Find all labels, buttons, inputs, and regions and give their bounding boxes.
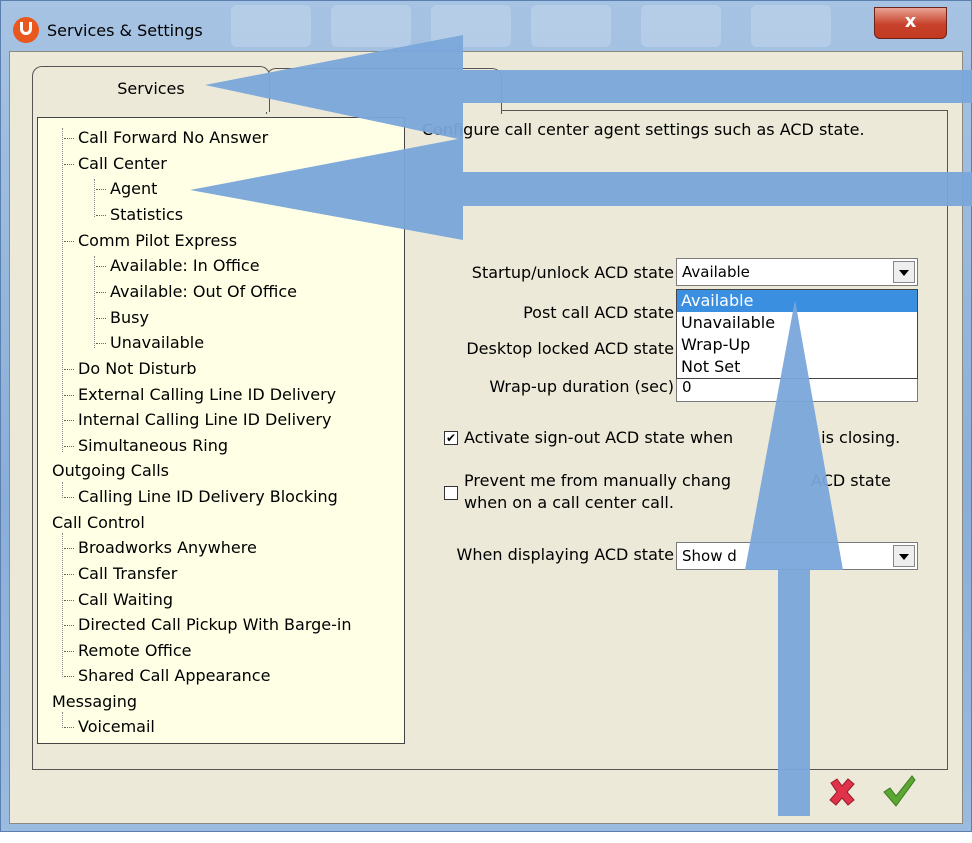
tree-item[interactable]: Call Transfer — [64, 564, 177, 584]
settings-description: Configure call center agent settings suc… — [422, 120, 865, 139]
tree-item[interactable]: Available: Out Of Office — [96, 282, 297, 302]
tab-settings[interactable] — [266, 68, 502, 114]
tree-item[interactable]: External Calling Line ID Delivery — [64, 385, 336, 405]
chevron-down-icon[interactable] — [893, 545, 915, 567]
dropdown-option[interactable]: Wrap-Up — [677, 334, 917, 356]
tree-group[interactable]: Call Control — [52, 513, 145, 533]
tree-item[interactable]: Statistics — [96, 205, 183, 225]
taskbar-thumbnail — [231, 5, 311, 47]
signout-acd-label: Activate sign-out ACD state when is closi… — [464, 428, 901, 447]
tree-line — [62, 712, 63, 728]
tree-group[interactable]: Messaging — [52, 692, 137, 712]
signout-acd-checkbox[interactable]: ✔ — [444, 431, 458, 445]
tree-item[interactable]: Directed Call Pickup With Barge-in — [64, 615, 352, 635]
dropdown-option[interactable]: Not Set — [677, 356, 917, 378]
prevent-manual-change-checkbox[interactable] — [444, 486, 458, 500]
startup-acd-select[interactable]: Available — [676, 258, 918, 286]
tree-item[interactable]: Comm Pilot Express — [64, 231, 237, 251]
startup-acd-value: Available — [682, 263, 750, 281]
tree-item[interactable]: Do Not Disturb — [64, 359, 197, 379]
tree-item[interactable]: Busy — [96, 308, 149, 328]
startup-acd-label: Startup/unlock ACD state — [471, 263, 674, 282]
dropdown-option[interactable]: Unavailable — [677, 312, 917, 334]
red-x-icon[interactable] — [825, 775, 859, 809]
tree-item[interactable]: Unavailable — [96, 333, 204, 353]
desktop-locked-acd-label: Desktop locked ACD state — [466, 339, 674, 358]
tree-item[interactable]: Voicemail — [64, 717, 155, 737]
tree-line — [94, 179, 95, 217]
tree-item[interactable]: Simultaneous Ring — [64, 436, 228, 456]
chevron-down-icon[interactable] — [893, 261, 915, 283]
acd-state-dropdown-list[interactable]: Available Unavailable Wrap-Up Not Set — [676, 289, 918, 379]
close-button[interactable]: x — [874, 7, 947, 39]
tree-line — [62, 128, 63, 452]
display-acd-value: Show d — [682, 547, 737, 565]
tree-item[interactable]: Available: In Office — [96, 256, 260, 276]
tree-item[interactable]: Broadworks Anywhere — [64, 538, 257, 558]
tree-line — [62, 482, 63, 498]
tree-line — [94, 256, 95, 348]
taskbar-thumbnail — [641, 5, 721, 47]
display-acd-label: When displaying ACD state — [456, 545, 674, 564]
tree-line — [62, 533, 63, 677]
green-check-icon[interactable] — [880, 772, 918, 810]
taskbar-thumbnail — [431, 5, 511, 47]
wrapup-duration-label: Wrap-up duration (sec) — [489, 377, 674, 396]
tree-item[interactable]: Call Waiting — [64, 590, 173, 610]
window-title: Services & Settings — [47, 21, 203, 40]
tree-item[interactable]: Calling Line ID Delivery Blocking — [64, 487, 338, 507]
tree-item[interactable]: Call Center — [64, 154, 167, 174]
tab-services[interactable]: Services — [32, 66, 270, 112]
prevent-manual-change-label: Prevent me from manually chang ACD state … — [464, 471, 891, 512]
tree-item[interactable]: Call Forward No Answer — [64, 128, 268, 148]
tree-item-agent[interactable]: Agent — [96, 179, 157, 199]
tree-item[interactable]: Internal Calling Line ID Delivery — [64, 410, 331, 430]
app-logo-icon — [13, 17, 39, 43]
tree-group[interactable]: Outgoing Calls — [52, 461, 169, 481]
display-acd-select[interactable]: Show d — [676, 542, 918, 570]
services-tree[interactable]: Call Forward No Answer Call Center Agent… — [37, 117, 405, 744]
taskbar-thumbnail — [331, 5, 411, 47]
wrapup-duration-input[interactable]: 0 — [676, 376, 918, 402]
tree-item[interactable]: Shared Call Appearance — [64, 666, 270, 686]
taskbar-thumbnail — [751, 5, 831, 47]
post-call-acd-label: Post call ACD state — [523, 303, 674, 322]
dropdown-option[interactable]: Available — [677, 290, 917, 312]
taskbar-thumbnail — [531, 5, 611, 47]
tree-item[interactable]: Remote Office — [64, 641, 192, 661]
